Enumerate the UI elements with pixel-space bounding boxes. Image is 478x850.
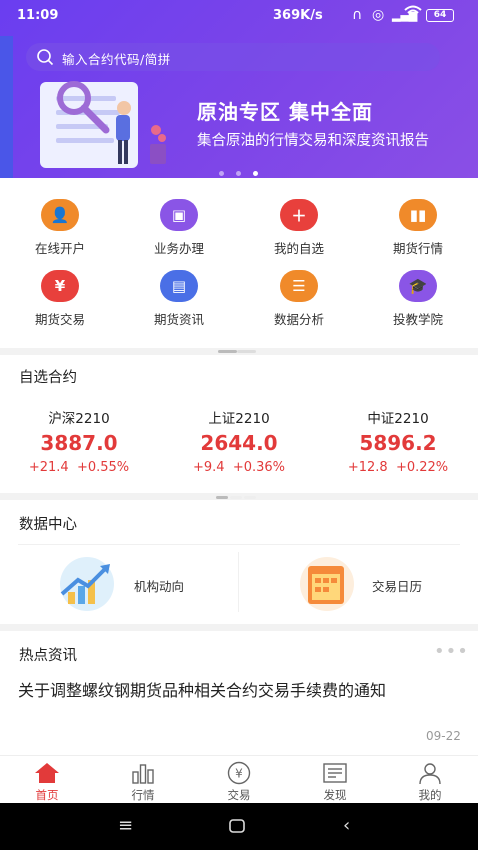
status-time: 11:09 bbox=[17, 8, 59, 23]
tab-label: 我的 bbox=[418, 788, 442, 802]
institution-trends-card[interactable]: 机构动向 bbox=[54, 554, 234, 612]
news-date: 09-22 bbox=[426, 729, 461, 743]
bar-chart-icon bbox=[113, 761, 173, 785]
tab-discover[interactable]: 发现 bbox=[305, 761, 365, 803]
tab-label: 首页 bbox=[35, 788, 59, 802]
system-navigation-bar: ≡ ‹ bbox=[0, 803, 478, 850]
quick-menu: 👤 在线开户 ▣ 业务办理 ＋ 我的自选 ▮▮ 期货行情 ¥ 期货交易 ▤ 期货… bbox=[0, 178, 478, 353]
menu-item-futures-quotes[interactable]: ▮▮ 期货行情 bbox=[368, 199, 468, 257]
quote-card[interactable]: 中证2210 5896.2 +12.8 +0.22% bbox=[323, 407, 473, 475]
home-button-icon[interactable] bbox=[229, 817, 245, 838]
banner-title[interactable]: 原油专区 集中全面 bbox=[197, 96, 373, 125]
tab-trade[interactable]: ¥ 交易 bbox=[209, 761, 269, 803]
headset-icon: ∩ bbox=[352, 7, 363, 23]
banner-dot[interactable] bbox=[219, 171, 224, 176]
divider bbox=[18, 544, 460, 545]
search-icon bbox=[36, 48, 54, 69]
menu-item-futures-trading[interactable]: ¥ 期货交易 bbox=[10, 270, 110, 328]
battery-icon: 64 bbox=[426, 9, 454, 22]
news-icon: ▤ bbox=[160, 270, 198, 302]
user-icon bbox=[400, 761, 460, 785]
menu-page-indicator bbox=[218, 338, 260, 353]
banner-illustration[interactable] bbox=[22, 78, 182, 170]
quote-card[interactable]: 沪深2210 3887.0 +21.4 +0.55% bbox=[4, 407, 154, 475]
newspaper-icon bbox=[305, 761, 365, 785]
tab-me[interactable]: 我的 bbox=[400, 761, 460, 803]
menu-item-data-analysis[interactable]: ☰ 数据分析 bbox=[249, 270, 349, 328]
watchlist-section: 自选合约 沪深2210 3887.0 +21.4 +0.55% 上证2210 2… bbox=[0, 355, 478, 499]
banner-dot[interactable] bbox=[236, 171, 241, 176]
menu-item-futures-news[interactable]: ▤ 期货资讯 bbox=[129, 270, 229, 328]
menu-item-label: 投教学院 bbox=[392, 312, 443, 327]
divider bbox=[238, 552, 239, 612]
bottom-tab-bar: 首页 行情 ¥ 交易 发现 我的 bbox=[0, 755, 478, 803]
back-icon[interactable]: ‹ bbox=[343, 815, 350, 836]
graduation-cap-icon: 🎓 bbox=[399, 270, 437, 302]
trading-calendar-label: 交易日历 bbox=[372, 579, 423, 594]
home-icon bbox=[17, 761, 77, 785]
banner-subtitle[interactable]: 集合原油的行情交易和深度资讯报告 bbox=[197, 129, 429, 150]
quote-name: 上证2210 bbox=[208, 411, 270, 427]
menu-item-my-watchlist[interactable]: ＋ 我的自选 bbox=[249, 199, 349, 257]
menu-item-open-account[interactable]: 👤 在线开户 bbox=[10, 199, 110, 257]
quote-name: 沪深2210 bbox=[48, 411, 110, 427]
banner-pager bbox=[219, 161, 270, 176]
yen-icon: ¥ bbox=[41, 270, 79, 302]
more-icon[interactable]: ••• bbox=[434, 641, 469, 662]
menu-item-label: 数据分析 bbox=[273, 312, 324, 327]
quote-change: +12.8 +0.22% bbox=[347, 460, 449, 475]
briefcase-icon: ▣ bbox=[160, 199, 198, 231]
alarm-icon: ◎ bbox=[372, 7, 385, 23]
tab-quotes[interactable]: 行情 bbox=[113, 761, 173, 803]
network-speed: 369K/s bbox=[273, 8, 323, 23]
svg-text:¥: ¥ bbox=[235, 767, 243, 781]
quote-price: 3887.0 bbox=[40, 431, 118, 455]
search-bar[interactable]: 输入合约代码/简拼 bbox=[26, 43, 440, 71]
tab-label: 交易 bbox=[227, 788, 251, 802]
banner-edge-accent bbox=[0, 36, 13, 178]
menu-item-label: 期货行情 bbox=[392, 241, 443, 256]
app-screen: 11:09 369K/s ∩ ◎ ▂▄▆ 64 输入合约代码/简拼 原油专区 集… bbox=[0, 0, 478, 850]
menu-item-label: 在线开户 bbox=[34, 241, 85, 256]
quote-price: 2644.0 bbox=[200, 431, 278, 455]
menu-item-business[interactable]: ▣ 业务办理 bbox=[129, 199, 229, 257]
menu-icon[interactable]: ≡ bbox=[118, 815, 133, 836]
data-center-title: 数据中心 bbox=[19, 517, 77, 533]
yen-circle-icon: ¥ bbox=[209, 761, 269, 785]
watchlist-title: 自选合约 bbox=[19, 370, 77, 386]
menu-item-label: 业务办理 bbox=[153, 241, 204, 256]
banner-dot-active[interactable] bbox=[253, 171, 258, 176]
quote-price: 5896.2 bbox=[359, 431, 437, 455]
data-center-section: 数据中心 机构动向 交易日历 bbox=[0, 500, 478, 624]
list-icon: ☰ bbox=[280, 270, 318, 302]
quote-card[interactable]: 上证2210 2644.0 +9.4 +0.36% bbox=[164, 407, 314, 475]
hot-news-section: 热点资讯 ••• 关于调整螺纹钢期货品种相关合约交易手续费的通知 09-22 bbox=[0, 631, 478, 755]
menu-item-education[interactable]: 🎓 投教学院 bbox=[368, 270, 468, 328]
news-headline[interactable]: 关于调整螺纹钢期货品种相关合约交易手续费的通知 bbox=[18, 679, 470, 703]
tab-label: 发现 bbox=[323, 788, 347, 802]
search-placeholder: 输入合约代码/简拼 bbox=[62, 52, 171, 67]
trading-calendar-card[interactable]: 交易日历 bbox=[294, 554, 454, 612]
institution-trends-label: 机构动向 bbox=[134, 579, 185, 594]
quote-change: +21.4 +0.55% bbox=[28, 460, 130, 475]
tab-home[interactable]: 首页 bbox=[17, 761, 77, 803]
calendar-icon bbox=[300, 557, 354, 611]
hot-news-title: 热点资讯 bbox=[19, 648, 77, 664]
tab-label: 行情 bbox=[131, 788, 155, 802]
person-add-icon: 👤 bbox=[41, 199, 79, 231]
status-bar: 11:09 369K/s ∩ ◎ ▂▄▆ 64 bbox=[0, 0, 478, 32]
bar-chart-icon: ▮▮ bbox=[399, 199, 437, 231]
menu-item-label: 我的自选 bbox=[273, 241, 324, 256]
wifi-icon bbox=[404, 5, 422, 25]
header-banner-area: 11:09 369K/s ∩ ◎ ▂▄▆ 64 输入合约代码/简拼 原油专区 集… bbox=[0, 0, 478, 178]
trend-chart-icon bbox=[60, 557, 114, 611]
menu-item-label: 期货资讯 bbox=[153, 312, 204, 327]
menu-item-label: 期货交易 bbox=[34, 312, 85, 327]
plus-icon: ＋ bbox=[280, 199, 318, 231]
quote-change: +9.4 +0.36% bbox=[192, 460, 286, 475]
quote-name: 中证2210 bbox=[367, 411, 429, 427]
